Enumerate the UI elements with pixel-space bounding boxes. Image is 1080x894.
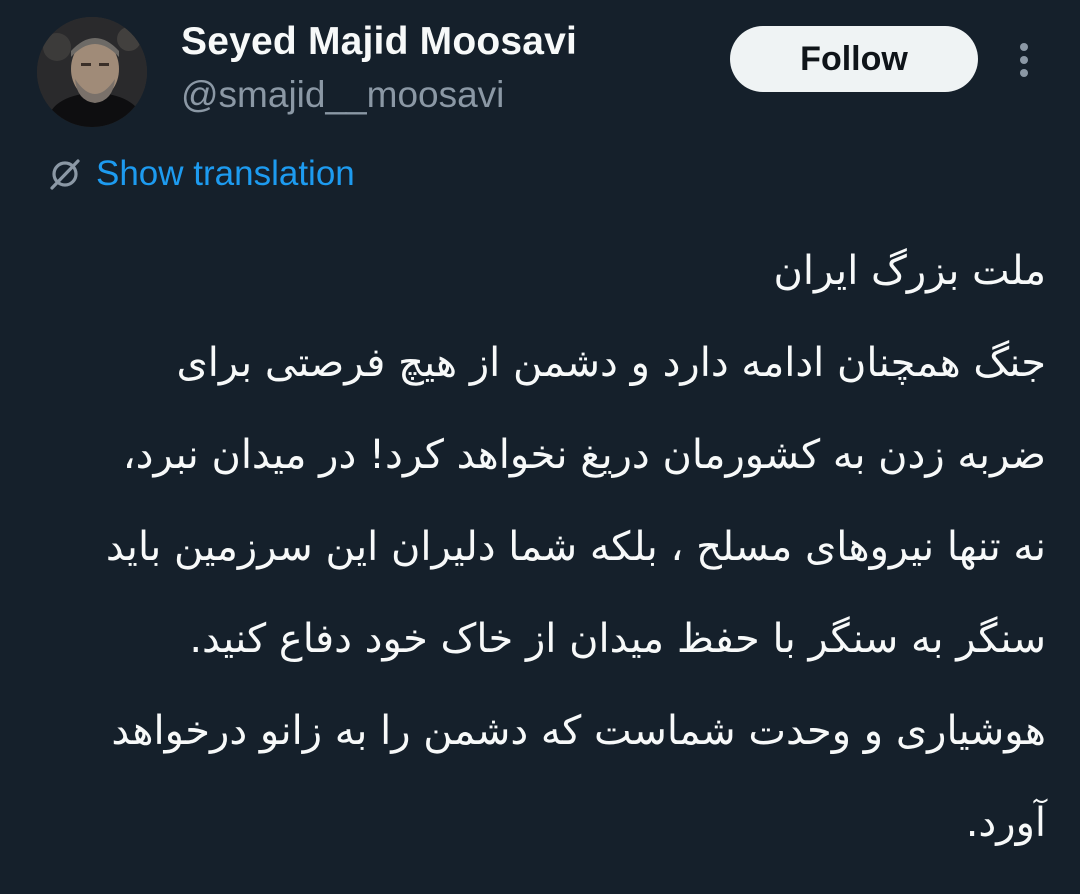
- tweet-line: نه تنها نیروهای مسلح ، بلکه شما دلیران ا…: [105, 524, 1046, 570]
- vertical-ellipsis-icon: [1020, 43, 1028, 77]
- translate-globe-icon: [46, 155, 84, 193]
- tweet-line: هوشیاری و وحدت شماست که دشمن را به زانو …: [111, 708, 1046, 754]
- more-options-button[interactable]: [1006, 40, 1042, 80]
- tweet-line: ضربه زدن به کشورمان دریغ نخواهد کرد! در …: [122, 432, 1046, 478]
- author-handle[interactable]: @smajid__moosavi: [181, 74, 504, 116]
- show-translation-link[interactable]: Show translation: [46, 152, 355, 196]
- tweet-line: ملت بزرگ ایران: [773, 248, 1047, 294]
- avatar[interactable]: [37, 17, 147, 127]
- tweet-line: سنگر به سنگر با حفظ میدان از خاک خود دفا…: [189, 616, 1046, 662]
- tweet-text: ملت بزرگ ایران جنگ همچنان ادامه دارد و د…: [40, 236, 1046, 880]
- tweet-line: جنگ همچنان ادامه دارد و دشمن از هیچ فرصت…: [176, 340, 1047, 386]
- tweet-line: آورد.: [965, 800, 1046, 846]
- profile-photo-icon: [37, 17, 147, 127]
- author-display-name[interactable]: Seyed Majid Moosavi: [181, 20, 577, 64]
- tweet-header: Seyed Majid Moosavi @smajid__moosavi Fol…: [0, 0, 1080, 140]
- show-translation-label: Show translation: [96, 154, 355, 193]
- follow-button[interactable]: Follow: [730, 26, 978, 92]
